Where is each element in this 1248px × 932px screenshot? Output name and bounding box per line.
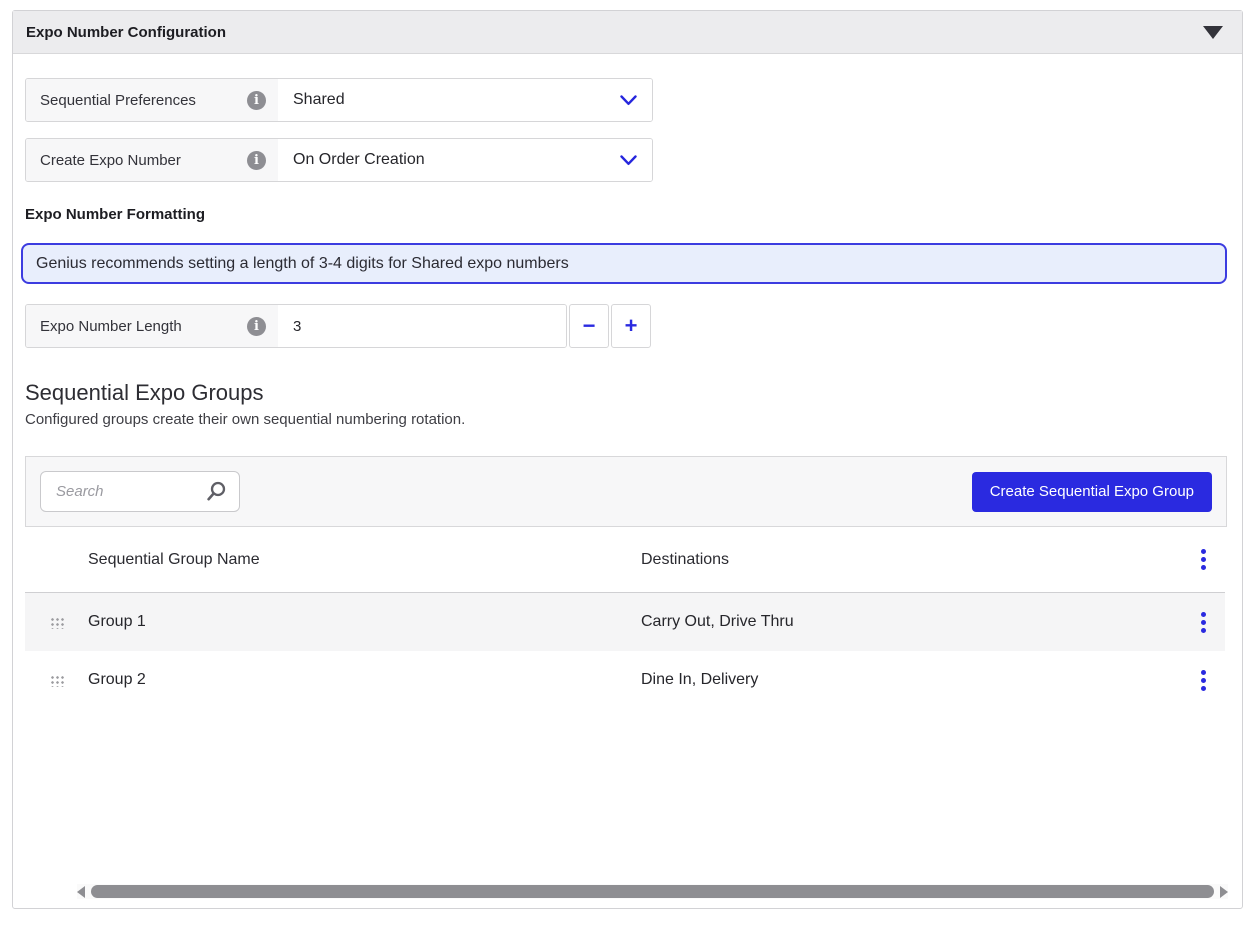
create-expo-number-field: Create Expo Number i On Order Creation	[25, 138, 653, 182]
drag-cell	[25, 616, 88, 629]
groups-table-header: Sequential Group Name Destinations	[25, 527, 1225, 593]
expo-number-length-row: Expo Number Length i 3 − +	[25, 304, 1225, 348]
info-icon[interactable]: i	[247, 151, 266, 170]
groups-toolbar: Create Sequential Expo Group	[25, 456, 1227, 527]
search-icon[interactable]	[206, 481, 227, 502]
expo-number-length-value: 3	[293, 318, 301, 335]
kebab-menu-icon[interactable]	[1201, 557, 1206, 562]
info-icon[interactable]: i	[247, 91, 266, 110]
create-expo-number-value: On Order Creation	[293, 151, 425, 169]
horizontal-scrollbar[interactable]	[77, 884, 1228, 899]
panel-title: Expo Number Configuration	[26, 24, 226, 41]
create-expo-number-label: Create Expo Number	[40, 152, 181, 169]
table-row: Group 1 Carry Out, Drive Thru	[25, 593, 1225, 651]
kebab-menu-icon[interactable]	[1201, 620, 1206, 625]
table-row: Group 2 Dine In, Delivery	[25, 651, 1225, 709]
recommendation-text: Genius recommends setting a length of 3-…	[36, 255, 569, 273]
create-expo-number-select[interactable]: On Order Creation	[278, 139, 652, 181]
sequential-preferences-field: Sequential Preferences i Shared	[25, 78, 653, 122]
info-icon[interactable]: i	[247, 317, 266, 336]
expo-number-length-label-area: Expo Number Length i	[26, 305, 278, 347]
column-sequential-group-name: Sequential Group Name	[88, 551, 641, 569]
sequential-preferences-select[interactable]: Shared	[278, 79, 652, 121]
group-destinations: Carry Out, Drive Thru	[641, 613, 1181, 631]
create-sequential-expo-group-button[interactable]: Create Sequential Expo Group	[972, 472, 1212, 512]
search-input[interactable]	[56, 483, 206, 500]
row-menu-cell	[1181, 670, 1225, 691]
drag-handle-icon[interactable]	[49, 674, 65, 687]
kebab-menu-icon[interactable]	[1201, 678, 1206, 683]
expo-number-configuration-panel: Expo Number Configuration Sequential Pre…	[12, 10, 1243, 909]
sequential-expo-groups-subheading: Configured groups create their own seque…	[25, 411, 1225, 428]
group-name: Group 2	[88, 671, 641, 689]
search-box	[40, 471, 240, 512]
expo-number-length-label: Expo Number Length	[40, 318, 182, 335]
chevron-down-icon	[620, 95, 637, 106]
sequential-preferences-label-area: Sequential Preferences i	[26, 79, 278, 121]
increment-button[interactable]: +	[611, 304, 651, 348]
panel-content: Sequential Preferences i Shared Create E…	[13, 78, 1242, 932]
chevron-down-icon	[620, 155, 637, 166]
recommendation-banner: Genius recommends setting a length of 3-…	[21, 243, 1227, 284]
group-name: Group 1	[88, 613, 641, 631]
header-menu-cell	[1181, 549, 1225, 570]
create-expo-number-label-area: Create Expo Number i	[26, 139, 278, 181]
expo-number-formatting-heading: Expo Number Formatting	[25, 206, 1225, 223]
sequential-preferences-label: Sequential Preferences	[40, 92, 196, 109]
scrollbar-thumb[interactable]	[91, 885, 1214, 898]
group-destinations: Dine In, Delivery	[641, 671, 1181, 689]
decrement-button[interactable]: −	[569, 304, 609, 348]
panel-header: Expo Number Configuration	[13, 11, 1242, 54]
caret-down-icon[interactable]	[1203, 26, 1223, 39]
sequential-preferences-value: Shared	[293, 91, 345, 109]
drag-handle-icon[interactable]	[49, 616, 65, 629]
row-menu-cell	[1181, 612, 1225, 633]
drag-cell	[25, 674, 88, 687]
minus-icon: −	[583, 313, 596, 339]
column-destinations: Destinations	[641, 551, 1181, 569]
scroll-right-icon[interactable]	[1220, 886, 1228, 898]
expo-number-length-field: Expo Number Length i 3	[25, 304, 567, 348]
expo-number-length-input[interactable]: 3	[278, 305, 566, 347]
sequential-expo-groups-heading: Sequential Expo Groups	[25, 380, 1225, 406]
plus-icon: +	[625, 313, 638, 339]
scroll-left-icon[interactable]	[77, 886, 85, 898]
